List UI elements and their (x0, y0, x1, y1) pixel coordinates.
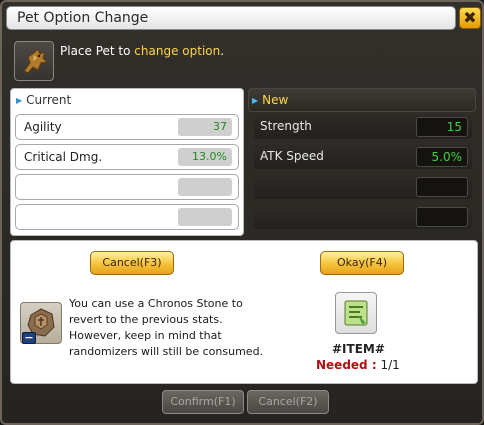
current-stat-row (15, 174, 239, 200)
instruction-prefix: Place Pet to (60, 44, 135, 58)
new-stat-row (254, 205, 472, 229)
new-stat-name: ATK Speed (260, 149, 324, 163)
current-stat-row (15, 204, 239, 230)
pet-slot[interactable] (14, 41, 54, 81)
description-line: However, keep in mind that (69, 329, 222, 342)
needed-label: Needed : (316, 358, 377, 372)
current-stat-row: Critical Dmg. 13.0% (15, 144, 239, 170)
description-line: You can use a Chronos Stone to (69, 297, 243, 310)
current-stat-value: 13.0% (178, 148, 232, 166)
chronos-stone-description: You can use a Chronos Stone to revert to… (69, 296, 299, 360)
current-header-label: Current (26, 93, 72, 107)
dragon-pet-icon (23, 48, 49, 74)
description-line: revert to the previous stats. (69, 313, 223, 326)
current-stat-row: Agility 37 (15, 114, 239, 140)
instruction-suffix: . (220, 44, 225, 58)
new-header-label: New (262, 93, 289, 107)
window-title: Pet Option Change (17, 10, 149, 26)
item-name: #ITEM# (332, 342, 385, 356)
title-bar: Pet Option Change (6, 6, 456, 30)
new-stat-row: Strength 15 (254, 115, 472, 139)
cancel-f2-button[interactable]: Cancel(F2) (247, 390, 329, 414)
new-stat-name: Strength (260, 119, 312, 133)
minus-icon[interactable]: − (22, 332, 36, 344)
new-stat-value: 15 (416, 117, 468, 137)
close-button[interactable]: ✖ (459, 7, 481, 29)
scroll-item-icon (344, 300, 368, 326)
confirm-button[interactable]: Confirm(F1) (162, 390, 244, 414)
instruction-text: Place Pet to change option. (60, 44, 224, 58)
new-header: ▶ New (252, 93, 288, 107)
pet-option-change-window: Pet Option Change ✖ Place Pet to change … (0, 0, 484, 425)
description-line: randomizers will still be consumed. (69, 345, 264, 358)
current-stat-name: Critical Dmg. (24, 150, 103, 164)
instruction-highlight: change option (134, 44, 221, 58)
new-stat-row (254, 175, 472, 199)
new-stat-value (416, 207, 468, 227)
cancel-f3-button[interactable]: Cancel(F3) (90, 251, 174, 275)
current-stat-name: Agility (24, 120, 62, 134)
okay-f4-button[interactable]: Okay(F4) (320, 251, 404, 275)
triangle-icon: ▶ (252, 96, 259, 105)
new-stat-value: 5.0% (416, 147, 468, 167)
current-stat-value: 37 (178, 118, 232, 136)
needed-count: Needed : 1/1 (316, 358, 400, 372)
needed-value: 1/1 (380, 358, 400, 372)
new-stat-row: ATK Speed 5.0% (254, 145, 472, 169)
item-slot[interactable] (335, 292, 377, 334)
current-stat-value (178, 178, 232, 196)
new-stat-value (416, 177, 468, 197)
triangle-icon: ▶ (16, 96, 23, 105)
current-header: ▶ Current (16, 93, 71, 107)
current-stat-value (178, 208, 232, 226)
